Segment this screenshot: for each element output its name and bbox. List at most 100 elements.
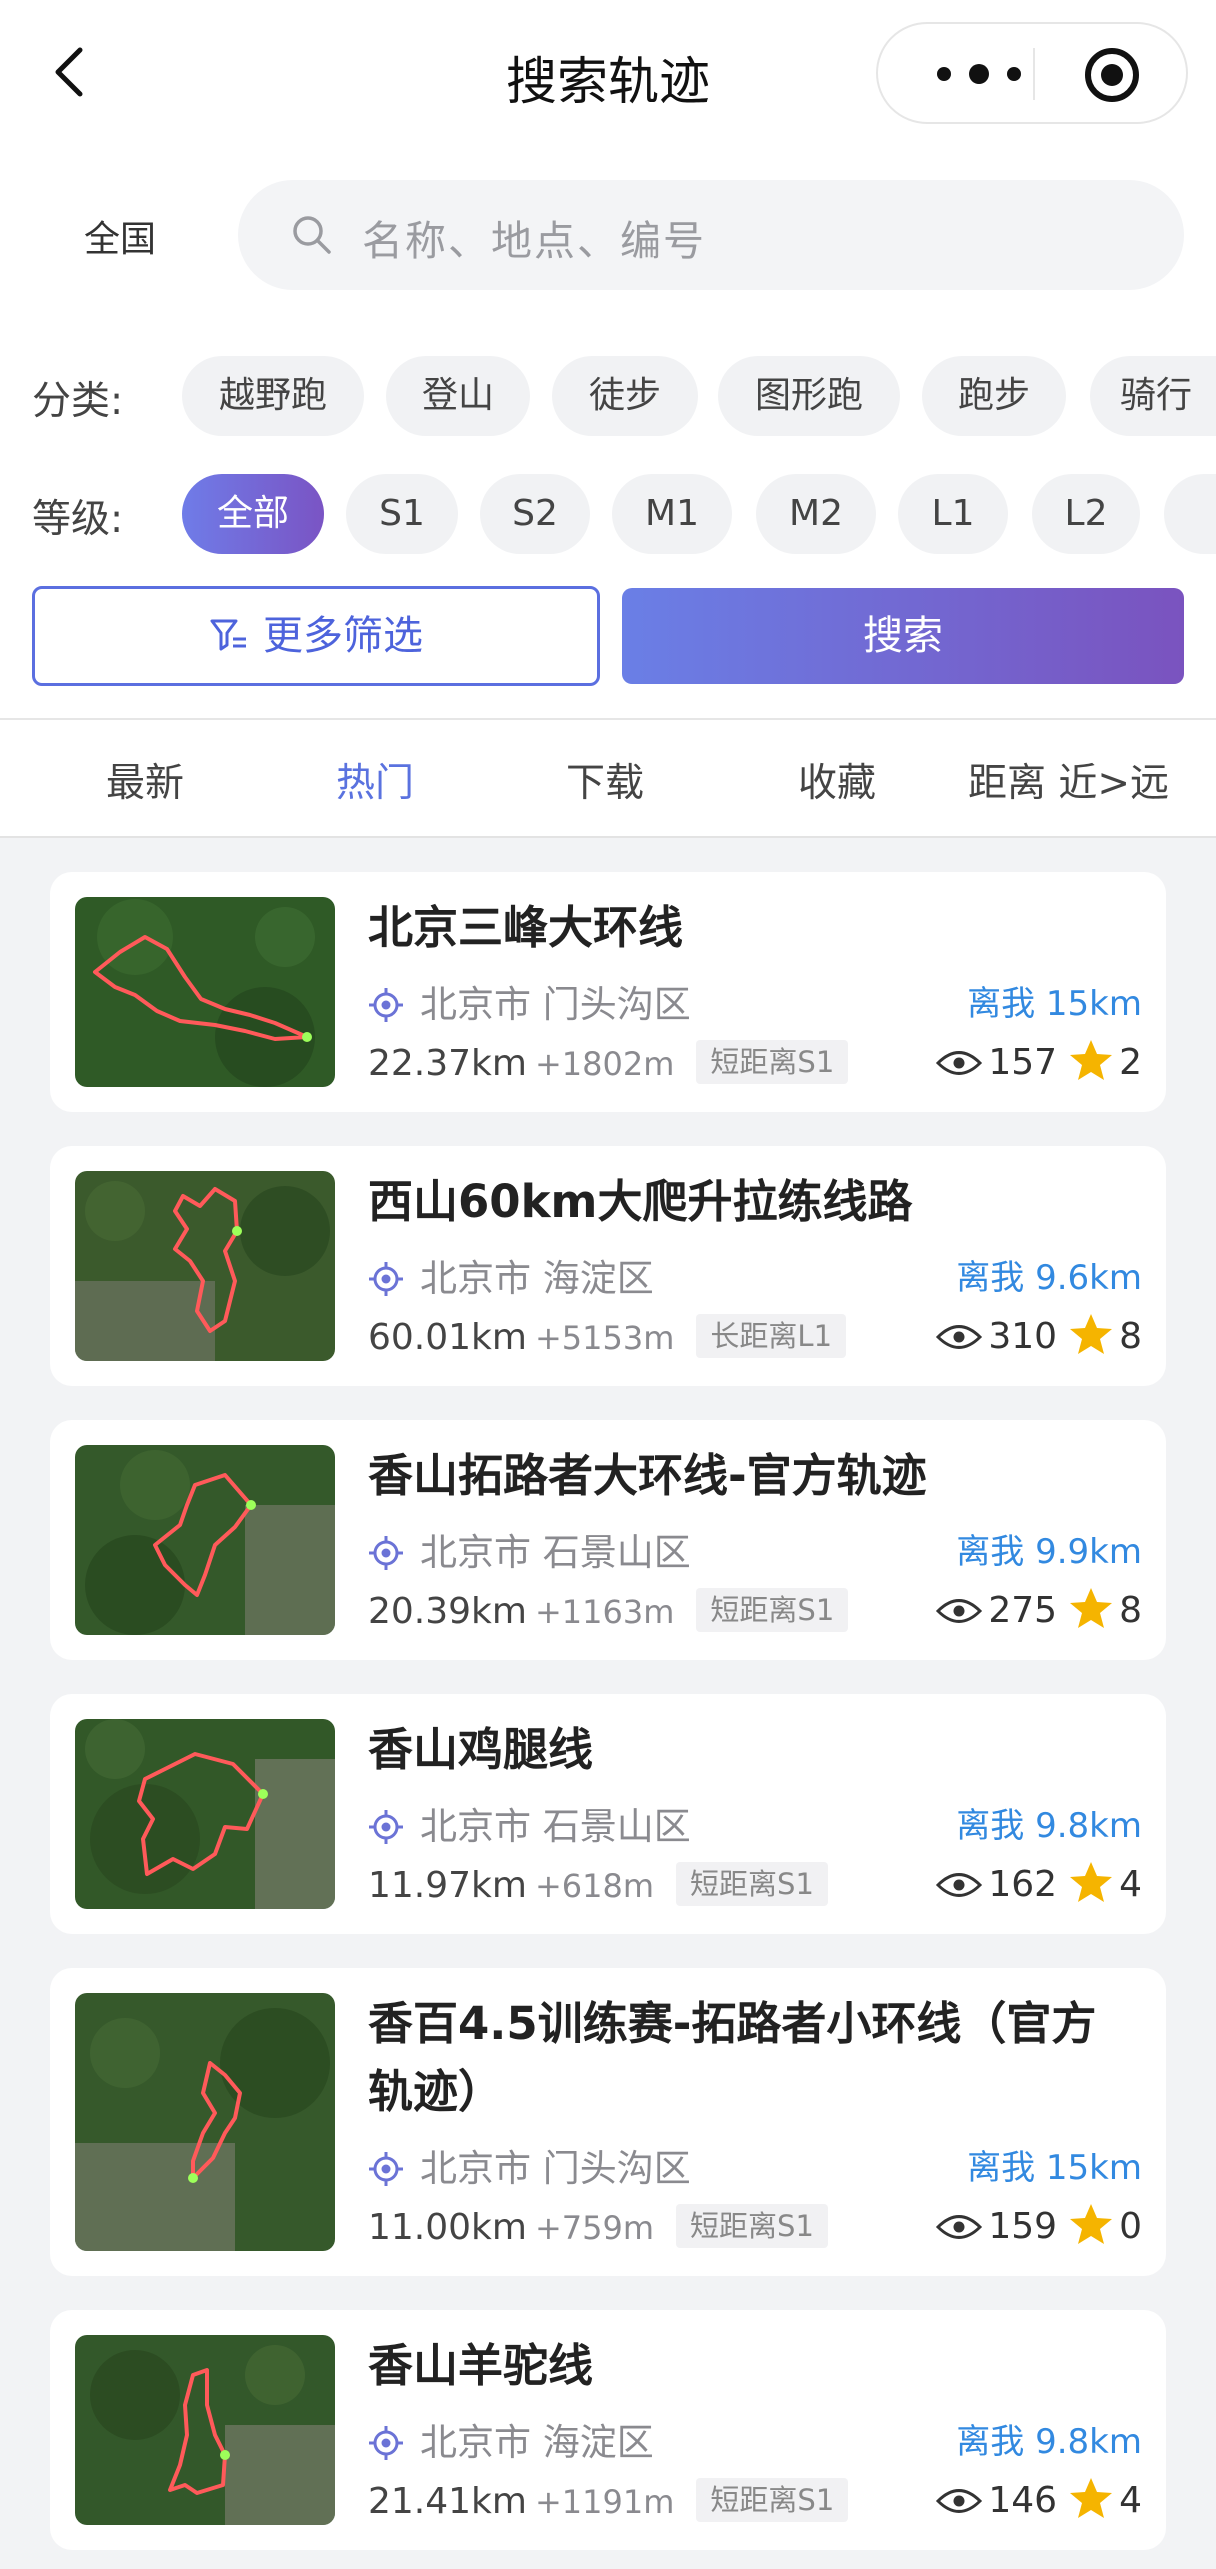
track-stats: 157 2: [936, 1038, 1142, 1083]
view-count: 159: [988, 2206, 1058, 2247]
search-placeholder: 名称、地点、编号: [362, 217, 706, 265]
track-card[interactable]: 香山鸡腿线 北京市 石景山区 离我 9.8km 11.97km +618m 短距离S…: [50, 1694, 1166, 1934]
track-card[interactable]: 西山60km大爬升拉练线路 北京市 海淀区 离我 9.6km 60.01km +5…: [50, 1146, 1166, 1386]
track-distance-from-me: 离我 9.8km: [956, 1806, 1142, 1846]
view-count: 275: [988, 1590, 1058, 1631]
eye-icon: [936, 1325, 983, 1349]
track-length: 22.37km: [368, 1043, 527, 1084]
level-chip[interactable]: M2: [756, 474, 876, 554]
track-metrics: 11.00km +759m 短距离S1: [368, 2204, 828, 2248]
track-length: 20.39km: [368, 1591, 527, 1632]
sort-tab-favorites[interactable]: 收藏: [798, 752, 876, 808]
track-elevation: +5153m: [534, 1319, 675, 1357]
star-icon: [1070, 2204, 1113, 2244]
track-metrics: 22.37km +1802m 短距离S1: [368, 1040, 849, 1084]
track-elevation: +618m: [534, 1867, 655, 1905]
header-panel: 搜索轨迹 全国 名称、地点、编号 分类: 越野跑 登山 徒步 图形跑 跑步 骑行…: [0, 0, 1216, 838]
track-title: 香百4.5训练赛-拓路者小环线（官方轨迹）: [368, 1997, 1097, 2118]
view-count: 162: [988, 1864, 1058, 1905]
sort-tab-distance[interactable]: 距离 近>远: [968, 752, 1169, 808]
track-stats: 159 0: [936, 2202, 1142, 2247]
level-chip[interactable]: M1: [612, 474, 732, 554]
track-title: 北京三峰大环线: [368, 901, 684, 954]
track-distance-from-me: 离我 15km: [967, 2148, 1142, 2188]
track-elevation: +1191m: [534, 2483, 675, 2521]
track-card[interactable]: 香山羊驼线 北京市 海淀区 离我 9.8km 21.41km +1191m 短距离S…: [50, 2310, 1166, 2550]
eye-icon: [936, 1599, 983, 1623]
track-stats: 275 8: [936, 1586, 1142, 1631]
track-location: 北京市 石景山区: [368, 1522, 691, 1576]
category-chip[interactable]: 徒步: [552, 356, 698, 436]
category-chip[interactable]: 图形跑: [718, 356, 900, 436]
view-count: 310: [988, 1316, 1058, 1357]
level-chip[interactable]: S2: [480, 474, 590, 554]
track-card[interactable]: 北京三峰大环线 北京市 门头沟区 离我 15km 22.37km +1802m 短距…: [50, 872, 1166, 1112]
track-map-thumbnail: [75, 2335, 335, 2525]
track-map-thumbnail: [75, 1445, 335, 1635]
category-chip[interactable]: 越野跑: [182, 356, 364, 436]
track-distance-from-me: 离我 9.8km: [956, 2422, 1142, 2462]
search-icon: [293, 216, 331, 254]
filter-icon: [210, 619, 246, 651]
category-chip[interactable]: 骑行: [1090, 356, 1216, 436]
track-map-thumbnail: [75, 1719, 335, 1909]
sort-tab-latest[interactable]: 最新: [106, 752, 184, 808]
track-distance-from-me: 离我 9.6km: [956, 1258, 1142, 1298]
location-icon: [369, 1262, 403, 1296]
search-input[interactable]: 名称、地点、编号: [238, 180, 1184, 290]
eye-icon: [936, 2489, 983, 2513]
track-metrics: 21.41km +1191m 短距离S1: [368, 2478, 849, 2522]
track-metrics: 11.97km +618m 短距离S1: [368, 1862, 828, 1906]
search-button[interactable]: 搜索: [622, 588, 1184, 684]
location-icon: [369, 1536, 403, 1570]
track-location: 北京市 门头沟区: [368, 2138, 691, 2192]
track-distance-from-me: 离我 9.9km: [956, 1532, 1142, 1572]
track-level-tag: 短距离S1: [696, 1588, 849, 1632]
track-metrics: 20.39km +1163m 短距离S1: [368, 1588, 849, 1632]
level-chip[interactable]: L2: [1032, 474, 1140, 554]
track-stats: 146 4: [936, 2476, 1142, 2521]
track-elevation: +759m: [534, 2209, 655, 2247]
track-distance-from-me: 离我 15km: [967, 984, 1142, 1024]
level-chip-active[interactable]: 全部: [182, 474, 324, 554]
category-chip[interactable]: 跑步: [922, 356, 1066, 436]
more-filters-button[interactable]: 更多筛选: [32, 586, 600, 686]
more-dots-icon[interactable]: [924, 54, 1034, 94]
track-location: 北京市 石景山区: [368, 1796, 691, 1850]
divider: [0, 836, 1216, 838]
track-level-tag: 长距离L1: [696, 1314, 847, 1358]
track-location: 北京市 门头沟区: [368, 974, 691, 1028]
region-selector[interactable]: 全国: [84, 210, 156, 262]
track-title: 香山羊驼线: [368, 2339, 594, 2392]
track-level-tag: 短距离S1: [676, 1862, 828, 1906]
track-elevation: +1163m: [534, 1593, 675, 1631]
track-metrics: 60.01km +5153m 长距离L1: [368, 1314, 847, 1358]
capsule-divider: [1033, 48, 1035, 100]
view-count: 146: [988, 2480, 1058, 2521]
more-filters-label: 更多筛选: [263, 613, 423, 659]
track-elevation: +1802m: [534, 1045, 675, 1083]
location-icon: [369, 988, 403, 1022]
sort-tab-downloads[interactable]: 下载: [566, 752, 644, 808]
track-card[interactable]: 香百4.5训练赛-拓路者小环线（官方轨迹） 北京市 门头沟区 离我 15km 1…: [50, 1968, 1166, 2276]
level-chip-partial[interactable]: [1164, 474, 1216, 554]
eye-icon: [936, 1873, 983, 1897]
track-title: 香山鸡腿线: [368, 1723, 594, 1776]
location-icon: [369, 2426, 403, 2460]
level-chip[interactable]: S1: [346, 474, 458, 554]
star-count: 2: [1119, 1042, 1142, 1083]
sort-tab-popular[interactable]: 热门: [336, 752, 414, 808]
level-chip[interactable]: L1: [898, 474, 1008, 554]
track-card[interactable]: 香山拓路者大环线-官方轨迹 北京市 石景山区 离我 9.9km 20.39km +…: [50, 1420, 1166, 1660]
track-title: 香山拓路者大环线-官方轨迹: [368, 1449, 927, 1502]
category-chip[interactable]: 登山: [386, 356, 530, 436]
track-level-tag: 短距离S1: [676, 2204, 828, 2248]
track-location: 北京市 海淀区: [368, 2412, 654, 2466]
track-length: 21.41km: [368, 2481, 527, 2522]
close-target-icon[interactable]: [1082, 45, 1142, 105]
category-label: 分类:: [32, 379, 124, 424]
track-stats: 310 8: [936, 1312, 1142, 1357]
star-icon: [1070, 2478, 1113, 2518]
star-count: 0: [1119, 2206, 1142, 2247]
location-icon: [369, 2152, 403, 2186]
